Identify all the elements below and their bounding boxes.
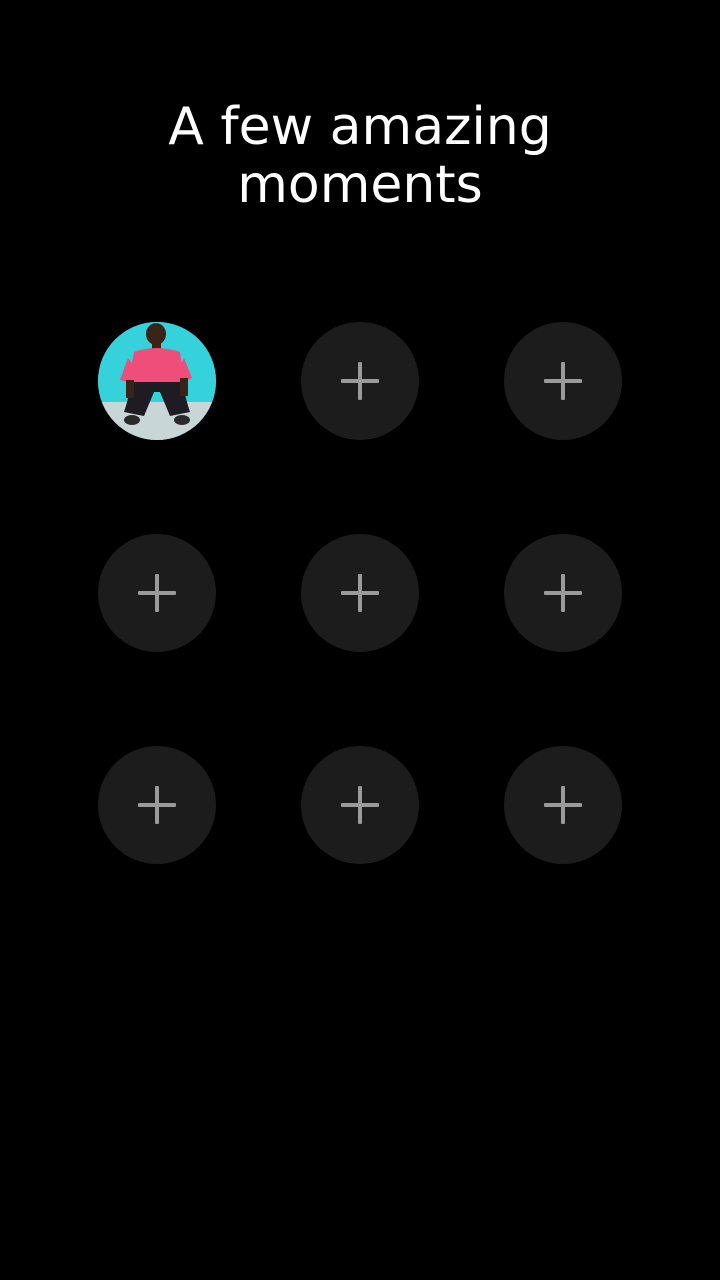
moment-slot-filled[interactable] [98, 322, 216, 440]
plus-icon [341, 786, 379, 824]
plus-icon [544, 786, 582, 824]
add-moment-button[interactable] [301, 534, 419, 652]
moments-grid [98, 322, 622, 864]
page-title-line-2: moments [237, 155, 483, 215]
add-moment-button[interactable] [301, 322, 419, 440]
plus-icon [544, 574, 582, 612]
add-moment-button[interactable] [504, 322, 622, 440]
plus-icon [138, 786, 176, 824]
page-title-line-1: A few amazing [168, 97, 552, 157]
add-moment-button[interactable] [98, 534, 216, 652]
plus-icon [341, 362, 379, 400]
plus-icon [138, 574, 176, 612]
add-moment-button[interactable] [98, 746, 216, 864]
add-moment-button[interactable] [504, 746, 622, 864]
plus-icon [544, 362, 582, 400]
add-moment-button[interactable] [504, 534, 622, 652]
page-title: A few amazing moments [0, 98, 720, 214]
add-moment-button[interactable] [301, 746, 419, 864]
moment-photo [98, 322, 216, 440]
plus-icon [341, 574, 379, 612]
